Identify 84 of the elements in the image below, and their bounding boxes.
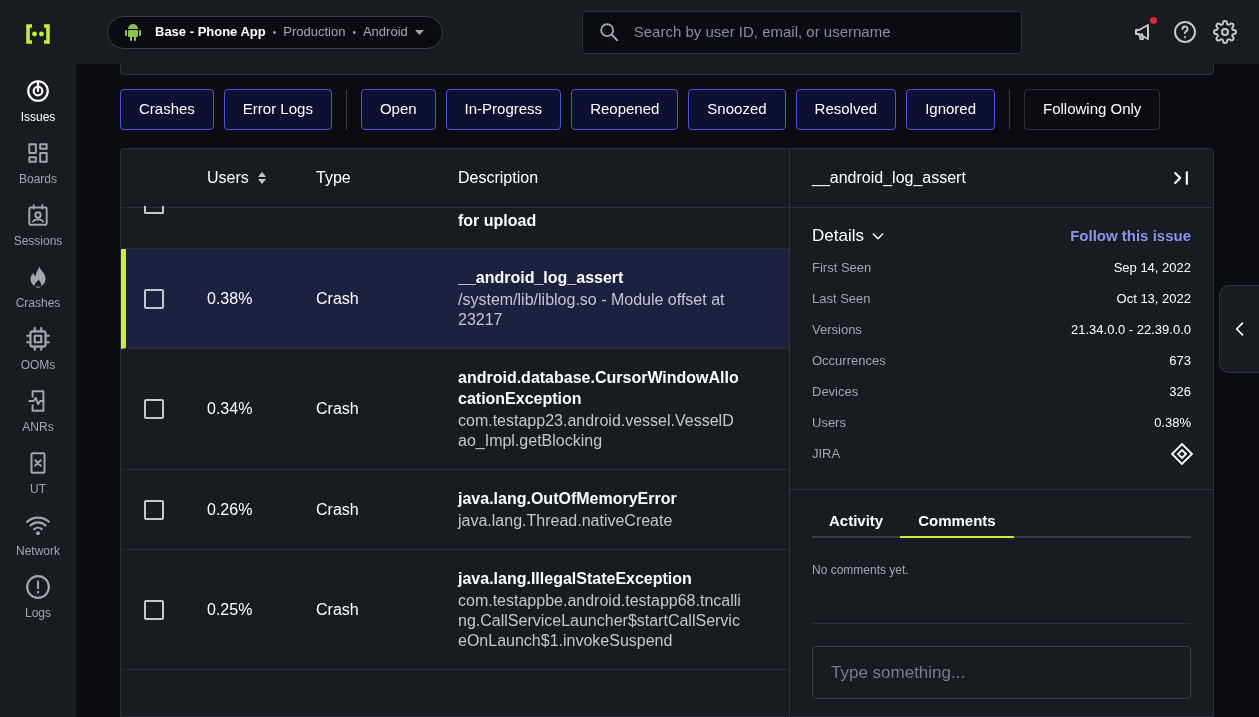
chip-icon: [25, 326, 51, 352]
settings-icon[interactable]: [1213, 20, 1237, 44]
type-cell: Crash: [316, 500, 359, 518]
issue-detail: com.testappbe.android.testapp68.tncalling.CallServiceLauncher$startCallServiceOnLaunch$1.invokeSuspend: [458, 591, 742, 651]
issue-detail: /system/lib/liblog.so - Module offset at 23217: [458, 290, 726, 330]
field-label: First Seen: [812, 258, 872, 277]
field-value: 21.34.0.0 - 22.39.0.0: [1071, 320, 1191, 339]
details-toggle[interactable]: Details: [812, 223, 886, 249]
checkbox[interactable]: [144, 399, 164, 419]
filter-button[interactable]: Resolved: [795, 89, 897, 130]
issue-title: android.database.CursorWindowAllocationException: [458, 368, 740, 409]
nav-item[interactable]: Sessions: [3, 202, 73, 248]
field-value: 673: [1169, 351, 1191, 370]
help-icon[interactable]: [1173, 20, 1197, 44]
filter-button[interactable]: Ignored: [906, 89, 995, 130]
type-cell: Crash: [316, 600, 359, 618]
users-cell: 0.34%: [207, 400, 253, 417]
field-label: Occurrences: [812, 351, 886, 370]
caret-icon: [414, 29, 424, 35]
field-value: 0.38%: [1154, 413, 1191, 432]
field-label: JIRA: [812, 444, 841, 463]
issue-title: for upload: [458, 211, 538, 231]
issue-title: java.lang.OutOfMemoryError: [458, 489, 678, 509]
type-cell: Crash: [316, 400, 359, 417]
dashboard-icon: [25, 140, 51, 166]
empty-message: No comments yet.: [812, 562, 910, 579]
users-cell: 0.38%: [207, 289, 253, 307]
column-header: Type: [316, 168, 351, 188]
issue-row[interactable]: 0.38% Crash __android_log_assert /system/lib/liblog.so - Module offset at 23217: [121, 249, 789, 349]
users-cell: 0.25%: [207, 600, 253, 618]
filter-button[interactable]: Open: [360, 89, 436, 130]
field-value: Sep 14, 2022: [1113, 258, 1191, 277]
checkbox[interactable]: [144, 499, 164, 520]
sort-icon[interactable]: [256, 171, 267, 185]
panel-tab[interactable]: Activity: [812, 507, 901, 538]
issue-detail: com.testapp23.android.vessel.VesselDao_Impl.getBlocking: [458, 411, 735, 451]
nav-item[interactable]: Logs: [3, 574, 73, 620]
android-icon: [125, 23, 141, 41]
panel-title: __android_log_assert: [812, 168, 966, 188]
nav-item[interactable]: Issues: [3, 78, 73, 124]
field-label: Devices: [812, 382, 859, 401]
user-card-icon: [25, 202, 51, 228]
nav-item[interactable]: Crashes: [3, 264, 73, 310]
users-cell: 0.26%: [207, 500, 253, 518]
type-cell: Crash: [316, 289, 359, 307]
issue-title: __android_log_assert: [458, 268, 625, 288]
column-header: Users: [207, 168, 249, 188]
logo-icon: [24, 23, 52, 45]
checkbox[interactable]: [144, 599, 164, 620]
issue-row[interactable]: 0.25% Crash java.lang.IllegalStateException com.testappbe.android.testapp68.tncalling.CallServiceLauncher$startCallServiceOnLaunch$1.invokeSuspend: [121, 550, 789, 670]
follow-link[interactable]: Follow this issue: [1070, 224, 1191, 248]
field-value: 326: [1169, 382, 1191, 401]
search-field[interactable]: Search by user ID, email, or username: [581, 10, 1022, 54]
filter-button[interactable]: Following Only: [1024, 89, 1161, 130]
comment-field[interactable]: Type something...: [812, 646, 1191, 699]
filter-button[interactable]: Error Logs: [223, 89, 332, 130]
nav-item[interactable]: OOMs: [3, 326, 73, 372]
filter-button[interactable]: In-Progress: [445, 89, 562, 130]
nav-item[interactable]: ANRs: [3, 388, 73, 434]
search-icon: [597, 21, 620, 43]
filter-button[interactable]: Crashes: [120, 89, 214, 130]
issue-title: java.lang.IllegalStateException: [458, 569, 693, 589]
field-label: Users: [812, 413, 846, 432]
target-icon: [25, 78, 51, 104]
filter-button[interactable]: Snoozed: [688, 89, 786, 130]
field-label: Last Seen: [812, 289, 871, 308]
collapse-panel-icon[interactable]: [1171, 168, 1191, 188]
field-label: Versions: [812, 320, 862, 339]
checkbox[interactable]: [144, 206, 164, 214]
nav-item[interactable]: Network: [3, 512, 73, 558]
field-value: Oct 13, 2022: [1116, 289, 1191, 308]
column-header: Description: [458, 168, 539, 188]
nav-item[interactable]: UT: [3, 450, 73, 496]
alert-icon: [25, 574, 51, 600]
panel-tab[interactable]: Comments: [900, 507, 1014, 538]
filter-button[interactable]: Reopened: [571, 89, 679, 130]
issue-row[interactable]: 0.26% Crash java.lang.OutOfMemoryError java.lang.Thread.nativeCreate: [121, 470, 789, 550]
issue-row[interactable]: 0.34% Crash android.database.CursorWindowAllocationException com.testapp23.android.vessel.VesselDao_Impl.getBlocking: [121, 349, 789, 470]
jira-icon[interactable]: [1171, 442, 1193, 465]
checkbox[interactable]: [144, 288, 164, 309]
issue-detail: java.lang.Thread.nativeCreate: [458, 511, 674, 531]
nav-item[interactable]: Boards: [3, 140, 73, 186]
app-selector[interactable]: Base - Phone App • Production • Android: [107, 15, 443, 49]
search-input[interactable]: Search by user ID, email, or username: [633, 20, 1006, 44]
